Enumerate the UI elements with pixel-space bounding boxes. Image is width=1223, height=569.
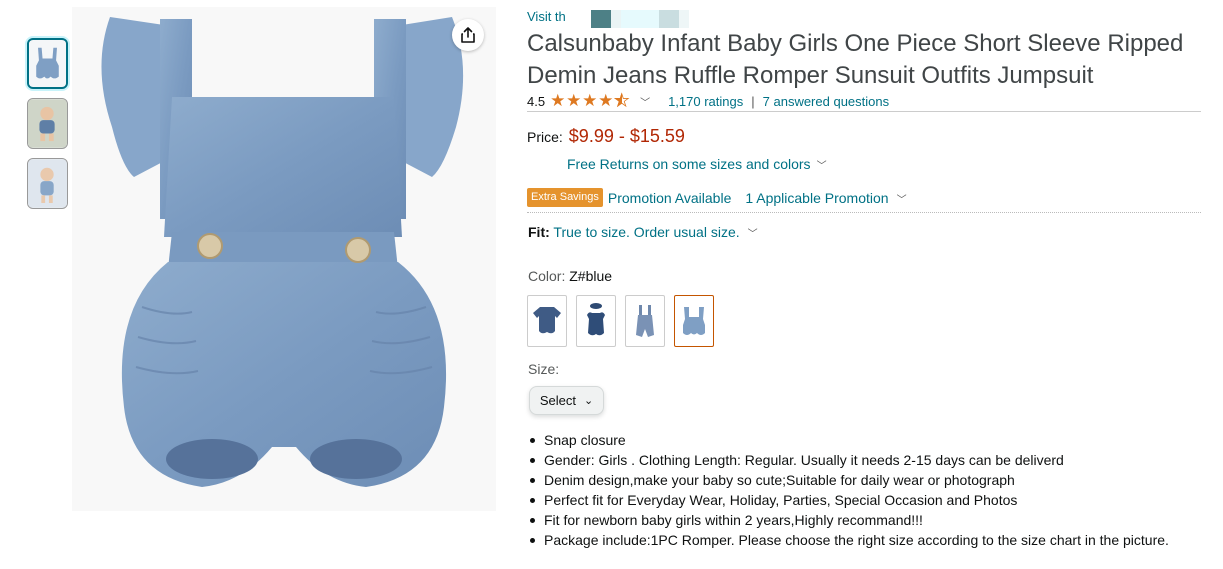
answered-questions-link[interactable]: 7 answered questions — [763, 94, 889, 109]
divider — [527, 212, 1201, 213]
divider — [527, 111, 1201, 112]
color-selected-value: Z#blue — [569, 268, 613, 284]
feature-bullet: Denim design,make your baby so cute;Suit… — [527, 470, 1169, 490]
applicable-promotion-link[interactable]: 1 Applicable Promotion ﹀ — [745, 190, 906, 206]
chevron-down-icon[interactable]: ﹀ — [640, 94, 650, 109]
size-label: Size: — [528, 361, 560, 377]
chevron-down-icon: ⌄ — [583, 395, 594, 407]
free-returns-text: Free Returns on some sizes and colors — [567, 156, 811, 172]
bow-romper-icon — [587, 303, 605, 336]
separator: | — [751, 93, 755, 109]
applicable-promotion-text: 1 Applicable Promotion — [745, 189, 889, 206]
shirt-romper-icon — [533, 307, 561, 334]
main-product-image[interactable] — [72, 7, 496, 511]
share-icon — [461, 27, 475, 43]
fit-value: True to size. Order usual size. — [553, 224, 740, 240]
star-full-icon: ★ — [598, 91, 614, 110]
feature-bullet: Fit for newborn baby girls within 2 year… — [527, 510, 1169, 530]
thumbnail-2[interactable] — [27, 98, 68, 149]
promotion-row: Extra Savings Promotion Available 1 Appl… — [527, 188, 907, 207]
fit-label: Fit: — [528, 224, 550, 240]
redacted-store-name — [591, 10, 689, 28]
overall-romper-icon — [636, 305, 654, 337]
ruffle-romper-icon — [683, 307, 705, 335]
color-swatch-ruffle-romper[interactable] — [674, 295, 714, 347]
price-row: Price: $9.99 - $15.59 — [527, 126, 685, 147]
star-full-icon: ★ — [566, 91, 582, 110]
star-full-icon: ★ — [582, 91, 598, 110]
price-label: Price: — [527, 129, 563, 145]
size-select-value: Select — [539, 393, 576, 408]
color-swatch-bow-romper[interactable] — [576, 295, 616, 347]
share-button[interactable] — [452, 19, 484, 51]
star-rating[interactable]: ★ ★ ★ ★ ★ — [550, 91, 630, 110]
feature-bullet: Package include:1PC Romper. Please choos… — [527, 530, 1169, 550]
thumbnail-1[interactable] — [27, 38, 68, 89]
thumbnail-strip — [27, 38, 69, 218]
feature-bullets: Snap closure Gender: Girls . Clothing Le… — [527, 430, 1169, 550]
thumbnail-3[interactable] — [27, 158, 68, 209]
chevron-down-icon: ﹀ — [816, 161, 827, 172]
denim-romper-image — [72, 7, 496, 511]
extra-savings-badge: Extra Savings — [527, 188, 603, 207]
star-half-icon: ★ — [614, 91, 630, 110]
rating-value: 4.5 — [527, 93, 546, 109]
free-returns-link[interactable]: Free Returns on some sizes and colors ﹀ — [567, 156, 827, 172]
color-label: Color: — [528, 268, 566, 284]
rating-row: 4.5 ★ ★ ★ ★ ★ ﹀ 1,170 ratings | 7 answer… — [527, 92, 889, 110]
feature-bullet: Perfect fit for Everyday Wear, Holiday, … — [527, 490, 1169, 510]
feature-bullet: Snap closure — [527, 430, 1169, 450]
store-link[interactable]: Visit th — [527, 9, 566, 24]
chevron-down-icon: ﹀ — [747, 229, 758, 240]
baby-photo-thumbnail-icon — [28, 99, 67, 148]
ratings-count-link[interactable]: 1,170 ratings — [668, 94, 743, 109]
feature-bullet: Gender: Girls . Clothing Length: Regular… — [527, 450, 1169, 470]
promotion-text: Promotion Available — [607, 189, 732, 206]
chevron-down-icon: ﹀ — [896, 194, 907, 206]
star-full-icon: ★ — [550, 91, 566, 110]
fit-row[interactable]: Fit: True to size. Order usual size. ﹀ — [528, 224, 758, 240]
romper-thumbnail-icon — [29, 40, 66, 87]
size-select[interactable]: Select ⌄ — [529, 386, 604, 415]
product-title: Calsunbaby Infant Baby Girls One Piece S… — [527, 30, 1184, 89]
color-row: Color: Z#blue — [528, 268, 612, 284]
price-value: $9.99 - $15.59 — [568, 126, 685, 146]
color-swatch-overall-romper[interactable] — [625, 295, 665, 347]
baby-photo-thumbnail-icon — [28, 159, 67, 208]
color-swatches — [527, 295, 723, 347]
color-swatch-shirt-romper[interactable] — [527, 295, 567, 347]
